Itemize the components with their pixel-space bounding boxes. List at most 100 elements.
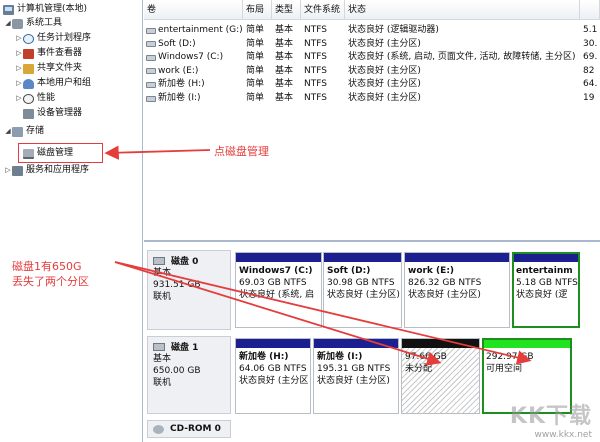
partition-bar (324, 253, 401, 262)
volume-cell-name: entertainment (G:) (146, 24, 243, 37)
volume-cell-type: 基本 (275, 65, 294, 76)
volume-row[interactable]: Soft (D:) 简单 基本 NTFS 状态良好 (主分区) 30. (144, 38, 600, 51)
partition-name: 新加卷 (I:) (317, 352, 363, 362)
drive-icon (146, 95, 156, 102)
partition-h[interactable]: 新加卷 (H:) 64.06 GB NTFS 状态良好 (主分区 (235, 338, 311, 414)
partition-size: 97.66 GB (405, 352, 447, 362)
volume-row[interactable]: Windows7 (C:) 简单 基本 NTFS 状态良好 (系统, 启动, 页面文件,… (144, 51, 600, 64)
partition-i[interactable]: 新加卷 (I:) 195.31 GB NTFS 状态良好 (主分区) (313, 338, 399, 414)
partition-g[interactable]: entertainm 5.18 GB NTFS 状态良好 (逻 (512, 252, 580, 328)
volume-cell-status: 状态良好 (逻辑驱动器) (348, 25, 439, 35)
partition-name: Soft (D:) (327, 266, 371, 276)
partition-size: 292.97 GB (486, 352, 534, 362)
volume-row[interactable]: 新加卷 (H:) 简单 基本 NTFS 状态良好 (主分区) 64. (144, 78, 600, 91)
tree-item-label: 存储 (26, 126, 45, 136)
services-icon (12, 165, 23, 176)
computer-management-icon (3, 4, 14, 15)
volume-name: entertainment (G:) (158, 25, 243, 35)
partition-bar (314, 339, 398, 348)
volume-row[interactable]: entertainment (G:) 简单 基本 NTFS 状态良好 (逻辑驱动器) 5.… (144, 24, 600, 37)
partition-unallocated[interactable]: 97.66 GB 未分配 (401, 338, 480, 414)
partition-size: 5.18 GB NTFS (516, 278, 578, 288)
tree-item-label: 任务计划程序 (37, 33, 92, 43)
column-header-volume[interactable]: 卷 (144, 0, 243, 20)
clock-icon (23, 33, 34, 44)
users-icon (23, 78, 34, 89)
column-header-status[interactable]: 状态 (345, 0, 580, 20)
disk-icon (153, 256, 165, 265)
drive-icon (146, 81, 156, 88)
navigation-tree: 计算机管理(本地) ◢ 系统工具 ▷ 任务计划程序 ▷ 事件查看器 ▷ 共享文件… (0, 0, 143, 442)
tree-item-storage[interactable]: ◢ 存储 (4, 125, 44, 138)
volume-row[interactable]: 新加卷 (I:) 简单 基本 NTFS 状态良好 (主分区) 19 (144, 92, 600, 105)
partition-bar (483, 339, 571, 348)
volume-cell-fs: NTFS (304, 52, 327, 63)
watermark-logo: KK下载 (509, 404, 592, 429)
tree-item-shared-folders[interactable]: ▷ 共享文件夹 (15, 62, 82, 75)
volume-cell-cap: 5.1 (583, 25, 598, 35)
collapse-arrow-icon[interactable]: ◢ (4, 125, 12, 138)
annotation-line: 磁盘1有650G (12, 260, 82, 273)
tree-item-system-tools[interactable]: ◢ 系统工具 (4, 17, 62, 30)
partition-d[interactable]: Soft (D:) 30.98 GB NTFS 状态良好 (主分区) (323, 252, 402, 328)
volume-cell-cap: 64. (583, 79, 598, 90)
volume-cell-type: 基本 (275, 93, 294, 103)
tree-item-device-manager[interactable]: 设备管理器 (23, 107, 82, 120)
tree-item-label: 本地用户和组 (37, 78, 92, 88)
partition-status: 未分配 (405, 364, 433, 374)
tree-item-event-viewer[interactable]: ▷ 事件查看器 (15, 47, 82, 60)
expand-arrow-icon[interactable]: ▷ (15, 62, 23, 75)
volume-cell-name: 新加卷 (I:) (146, 92, 243, 105)
volume-row[interactable]: work (E:) 简单 基本 NTFS 状态良好 (主分区) 82 (144, 65, 600, 78)
tree-item-local-users[interactable]: ▷ 本地用户和组 (15, 77, 91, 90)
column-header-capacity[interactable] (580, 0, 600, 20)
partition-status: 状态良好 (系统, 启 (239, 290, 315, 300)
disk-0-label[interactable]: 磁盘 0 基本 931.51 GB 联机 (147, 250, 231, 330)
disk-name: 磁盘 1 (171, 343, 199, 353)
expand-arrow-icon[interactable]: ▷ (15, 92, 23, 105)
watermark: KK下载 www.kkx.net (510, 398, 592, 440)
annotation-click-disk-management: 点磁盘管理 (214, 145, 269, 158)
tree-item-services-apps[interactable]: ▷ 服务和应用程序 (4, 164, 89, 177)
volume-cell-cap: 82 (583, 65, 595, 76)
volume-cell-type: 基本 (275, 79, 294, 90)
cdrom-label[interactable]: CD-ROM 0 (147, 420, 231, 438)
drive-icon (146, 54, 156, 61)
expand-arrow-icon[interactable]: ▷ (4, 164, 12, 177)
disk-type: 基本 (153, 268, 172, 278)
expand-arrow-icon[interactable]: ▷ (15, 47, 23, 60)
event-viewer-icon (23, 48, 34, 59)
partition-status: 状态良好 (主分区) (317, 376, 390, 386)
volume-cell-layout: 简单 (246, 65, 265, 76)
drive-icon (146, 27, 156, 34)
partition-e[interactable]: work (E:) 826.32 GB NTFS 状态良好 (主分区) (404, 252, 510, 328)
volume-cell-status: 状态良好 (主分区) (348, 93, 421, 103)
tree-item-performance[interactable]: ▷ 性能 (15, 92, 55, 105)
volume-cell-cap: 69. (583, 52, 598, 63)
disk-state: 联机 (153, 292, 172, 302)
disk-size: 931.51 GB (153, 280, 201, 290)
shared-folder-icon (23, 63, 34, 74)
volume-cell-name: Soft (D:) (146, 38, 243, 51)
expand-arrow-icon[interactable]: ▷ (15, 32, 23, 45)
disk-1-label[interactable]: 磁盘 1 基本 650.00 GB 联机 (147, 336, 231, 414)
expand-arrow-icon[interactable]: ▷ (15, 77, 23, 90)
disk-type: 基本 (153, 354, 172, 364)
partition-size: 69.03 GB NTFS (239, 278, 307, 288)
tree-item-label: 服务和应用程序 (26, 165, 90, 175)
partition-c[interactable]: Windows7 (C:) 69.03 GB NTFS 状态良好 (系统, 启 (235, 252, 322, 328)
collapse-arrow-icon[interactable]: ◢ (4, 17, 12, 30)
partition-name: Windows7 (C:) (239, 266, 313, 276)
column-header-type[interactable]: 类型 (272, 0, 301, 20)
tree-item-label: 共享文件夹 (37, 63, 83, 73)
column-header-layout[interactable]: 布局 (243, 0, 272, 20)
partition-status: 可用空间 (486, 364, 523, 374)
tree-item-root[interactable]: 计算机管理(本地) (3, 3, 87, 16)
partition-status: 状态良好 (主分区) (327, 290, 400, 300)
volume-cell-fs: NTFS (304, 79, 327, 90)
partition-status: 状态良好 (主分区 (239, 376, 309, 386)
volume-cell-layout: 简单 (246, 93, 265, 103)
partition-status: 状态良好 (逻 (516, 290, 568, 300)
tree-item-task-scheduler[interactable]: ▷ 任务计划程序 (15, 32, 91, 45)
column-header-filesystem[interactable]: 文件系统 (301, 0, 345, 20)
